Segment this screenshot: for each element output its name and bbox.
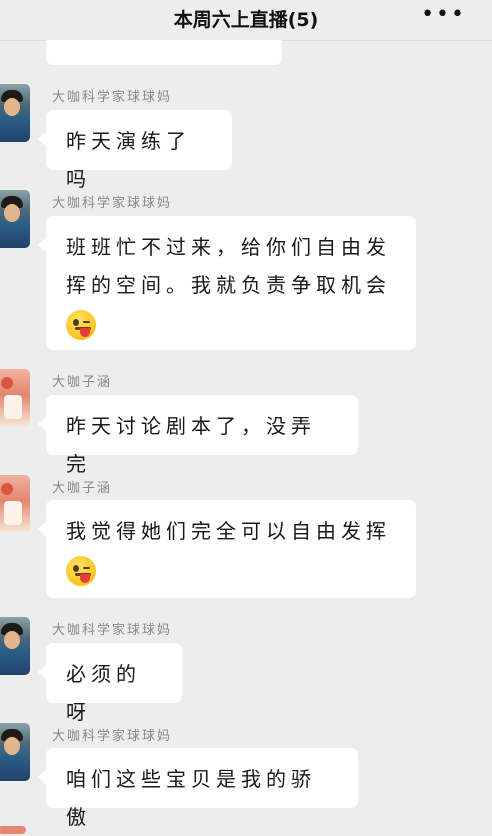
message-bubble[interactable]: 昨天演练了吗 <box>38 110 232 191</box>
avatar[interactable] <box>0 190 30 248</box>
message-bubble[interactable]: 我觉得她们完全可以自由发挥 <box>38 500 416 598</box>
message-text: 昨天演练了吗 <box>66 129 191 191</box>
message-text: 咱们这些宝贝是我的骄傲 <box>66 767 316 829</box>
message-text: 我觉得她们完全可以自由发挥 <box>66 519 391 543</box>
chat-header: 本周六上直播(5) ••• <box>0 0 492 41</box>
sender-name: 大咖科学家球球妈 <box>52 90 173 105</box>
more-dots-icon[interactable]: ••• <box>421 2 466 27</box>
message-bubble[interactable]: 咱们这些宝贝是我的骄傲 <box>38 748 358 829</box>
message-text: 必须的呀 <box>66 662 141 724</box>
avatar[interactable] <box>0 617 30 675</box>
message-bubble[interactable]: 昨天讨论剧本了，没弄完 <box>38 395 358 476</box>
avatar[interactable] <box>0 84 30 142</box>
sender-name: 大咖科学家球球妈 <box>52 729 173 744</box>
wink-tongue-emoji-icon <box>66 555 96 586</box>
message-text: 昨天讨论剧本了，没弄完 <box>66 414 316 476</box>
sender-name: 大咖科学家球球妈 <box>52 623 173 638</box>
avatar[interactable] <box>0 475 30 533</box>
chat-title: 本周六上直播(5) <box>173 9 319 31</box>
sender-name: 大咖子涵 <box>52 481 113 496</box>
sender-name: 大咖子涵 <box>52 375 113 390</box>
previous-message-bubble <box>46 40 282 65</box>
message-bubble[interactable]: 必须的呀 <box>38 643 182 724</box>
avatar[interactable] <box>0 369 30 427</box>
sender-name: 大咖科学家球球妈 <box>52 196 173 211</box>
avatar[interactable] <box>0 723 30 781</box>
message-text: 班班忙不过来，给你们自由发挥的空间。我就负责争取机会 <box>66 235 391 297</box>
avatar[interactable] <box>0 826 26 834</box>
wink-tongue-emoji-icon <box>66 309 96 340</box>
message-bubble[interactable]: 班班忙不过来，给你们自由发挥的空间。我就负责争取机会 <box>38 216 416 350</box>
